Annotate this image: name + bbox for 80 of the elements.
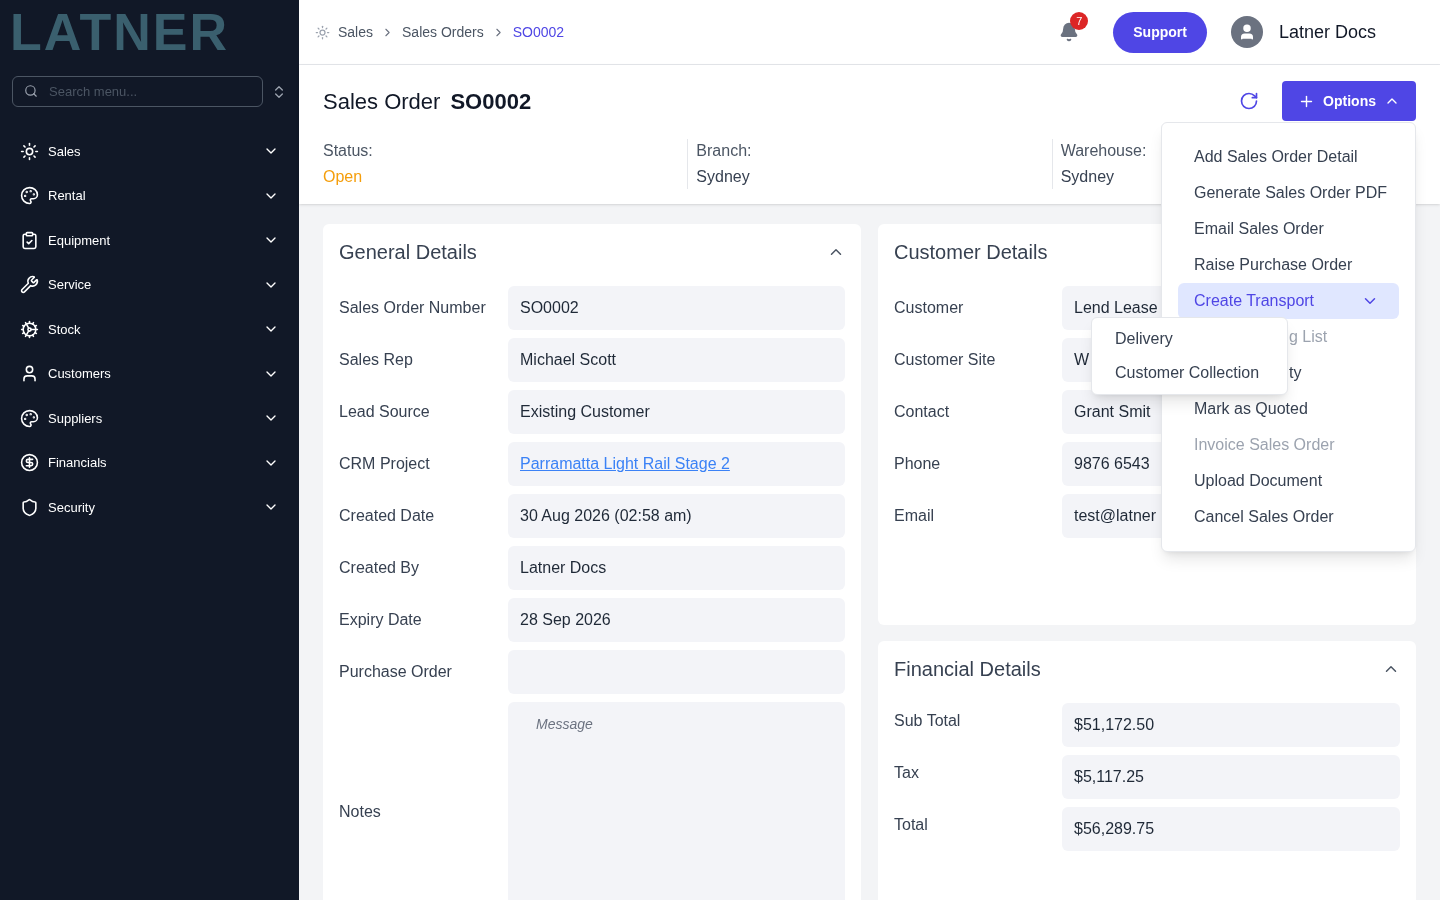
field[interactable]: $56,289.75 (1062, 807, 1400, 851)
field-label: Tax (894, 763, 920, 783)
info-label: Status: (323, 141, 373, 161)
breadcrumb-link[interactable]: Sales Orders (402, 21, 484, 43)
field-label: Created By (339, 558, 421, 578)
sidebar-item[interactable]: Stock (0, 307, 299, 352)
shield-icon (20, 497, 39, 517)
sidebar-item[interactable]: Security (0, 485, 299, 530)
clipboard-check-icon (20, 230, 39, 250)
card-title: Financial Details (894, 657, 1041, 682)
info-label: Warehouse: (1060, 141, 1147, 161)
menu-item[interactable]: Upload Document (1178, 463, 1399, 499)
dollar-icon (20, 453, 39, 473)
info-label: Branch: (696, 141, 752, 161)
refresh-icon[interactable] (1239, 91, 1260, 111)
field-label: Sub Total (894, 711, 962, 731)
field[interactable]: Latner Docs (508, 546, 845, 590)
sidebar-item[interactable]: Rental (0, 173, 299, 218)
field-label: Sales Rep (339, 350, 414, 370)
sun-icon (315, 24, 330, 40)
menu-item[interactable]: Cancel Sales Order (1178, 499, 1399, 535)
info-value: Sydney (1060, 167, 1115, 187)
menu-item[interactable]: Raise Purchase Order (1178, 247, 1399, 283)
cog-icon (20, 319, 39, 339)
field-label: Sales Order Number (339, 298, 487, 318)
field-label: Total (894, 815, 929, 835)
field-label: Notes (339, 802, 382, 822)
menu-item[interactable]: Generate Sales Order PDF (1178, 175, 1399, 211)
menu-item[interactable]: Customer Collection (1092, 356, 1287, 390)
avatar[interactable] (1230, 16, 1263, 48)
menu-item[interactable]: Add Sales Order Detail (1178, 139, 1399, 175)
menu-item[interactable]: Delivery (1092, 322, 1287, 356)
field-label: Email (894, 506, 935, 526)
notes-field[interactable]: Message (508, 702, 845, 900)
wrench-icon (20, 275, 39, 295)
search-icon (24, 84, 38, 98)
person-icon (20, 364, 39, 384)
field[interactable]: 30 Aug 2026 (02:58 am) (508, 494, 845, 538)
card-title: General Details (339, 240, 477, 265)
field[interactable]: Existing Customer (508, 390, 845, 434)
card-title: Customer Details (894, 240, 1048, 265)
sun-icon (20, 141, 39, 161)
sidebar-item[interactable]: Service (0, 262, 299, 307)
sidebar-item[interactable]: Financials (0, 440, 299, 485)
breadcrumb-link[interactable]: Sales (338, 21, 374, 43)
field[interactable]: $5,117.25 (1062, 755, 1400, 799)
palette-icon (20, 408, 39, 428)
field[interactable]: $51,172.50 (1062, 703, 1400, 747)
sidebar-item[interactable]: Suppliers (0, 396, 299, 441)
order-number: SO0002 (450, 87, 532, 116)
field-label: Created Date (339, 506, 436, 526)
info-value: Sydney (696, 167, 750, 187)
field-label: Lead Source (339, 402, 431, 422)
sidebar-item[interactable]: Equipment (0, 218, 299, 263)
menu-item[interactable]: Email Sales Order (1178, 211, 1399, 247)
field-label: Expiry Date (339, 610, 423, 630)
page-title: Sales Order (323, 87, 441, 116)
field-label: Customer Site (894, 350, 997, 370)
breadcrumb-link[interactable]: SO0002 (512, 21, 565, 43)
palette-icon (20, 186, 39, 206)
field-label: Customer (894, 298, 965, 318)
field-label: Phone (894, 454, 942, 474)
info-value: Open (323, 167, 363, 187)
menu-item[interactable]: Mark as Quoted (1178, 391, 1399, 427)
notification-count: 7 (1070, 12, 1089, 30)
field[interactable]: 28 Sep 2026 (508, 598, 845, 642)
sidebar-item[interactable]: Customers (0, 351, 299, 396)
support-button[interactable]: Support (1113, 11, 1207, 53)
search-field[interactable]: Search menu... (12, 76, 263, 107)
menu-item[interactable]: ty (1289, 361, 1302, 385)
field[interactable]: Michael Scott (508, 338, 845, 382)
logo: LATNER (10, 6, 229, 58)
field-label: CRM Project (339, 454, 431, 474)
field[interactable]: SO0002 (508, 286, 845, 330)
user-name: Latner Docs (1278, 20, 1376, 44)
menu-item[interactable]: Create Transport (1178, 283, 1399, 319)
field-label: Purchase Order (339, 662, 453, 682)
options-button[interactable]: Options (1282, 81, 1416, 121)
field-label: Contact (894, 402, 951, 422)
sidebar-item[interactable]: Sales (0, 129, 299, 174)
